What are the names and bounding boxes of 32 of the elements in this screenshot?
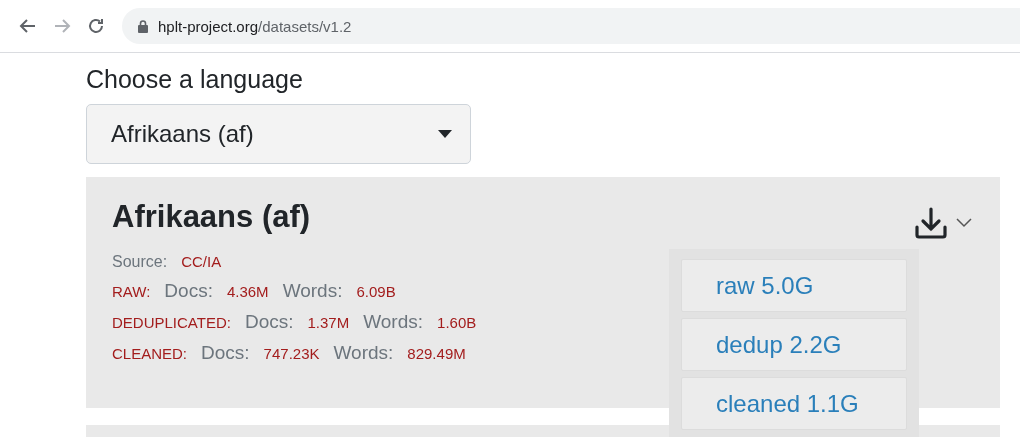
docs-label: Docs:: [164, 280, 213, 302]
download-option[interactable]: raw 5.0G: [681, 259, 907, 312]
words-label: Words:: [333, 342, 394, 364]
lock-icon: [138, 19, 148, 33]
docs-label: Docs:: [244, 311, 294, 333]
source-value: CC/IA: [181, 253, 222, 270]
stat-label: RAW:: [112, 283, 151, 300]
download-option[interactable]: dedup 2.2G: [681, 318, 907, 371]
words-label: Words:: [363, 311, 424, 333]
dataset-title: Afrikaans (af): [112, 199, 311, 235]
language-select[interactable]: Afrikaans (af): [86, 104, 471, 164]
docs-label: Docs:: [201, 342, 250, 364]
stat-label: DEDUPLICATED:: [112, 314, 231, 331]
address-bar[interactable]: hplt-project.org/datasets/v1.2: [122, 8, 1020, 44]
docs-value: 747.23K: [263, 345, 320, 362]
download-icon: [914, 207, 948, 239]
url-domain: hplt-project.org: [158, 17, 259, 35]
docs-value: 4.36M: [226, 283, 269, 300]
words-value: 829.49M: [407, 345, 466, 362]
caret-icon: [438, 130, 452, 138]
download-button[interactable]: [914, 207, 972, 239]
download-option[interactable]: cleaned 1.1G: [681, 377, 907, 430]
stat-label: CLEANED:: [112, 345, 188, 362]
language-label: Choose a language: [86, 65, 304, 94]
words-value: 6.09B: [356, 283, 396, 300]
docs-value: 1.37M: [307, 314, 350, 331]
reload-icon[interactable]: [86, 16, 106, 36]
source-label: Source:: [112, 253, 168, 271]
url-path: /datasets/v1.2: [258, 17, 352, 35]
words-label: Words:: [282, 280, 343, 302]
chevron-icon: [956, 218, 972, 228]
words-value: 1.60B: [437, 314, 477, 331]
